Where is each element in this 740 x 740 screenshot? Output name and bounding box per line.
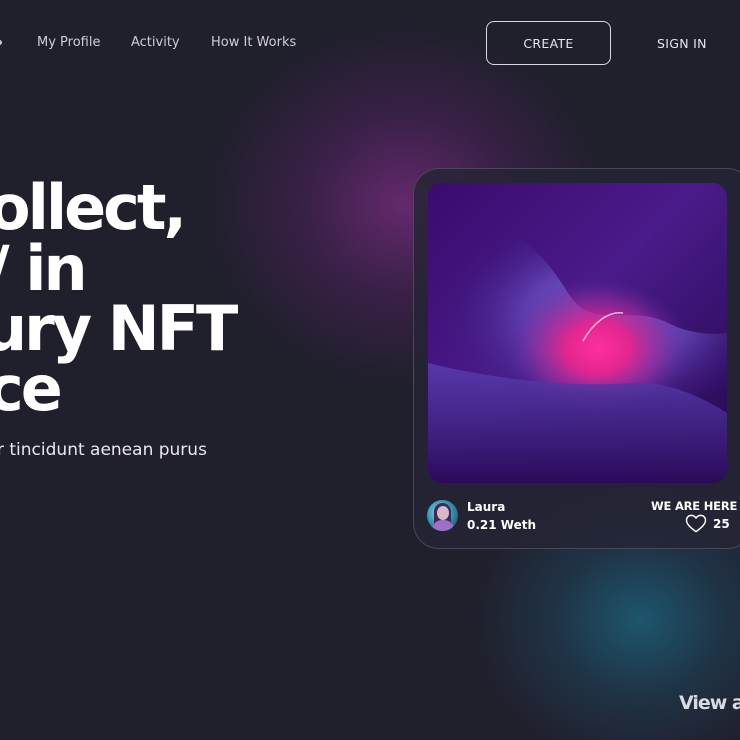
nav-activity[interactable]: Activity <box>131 35 180 50</box>
owner-avatar[interactable] <box>427 500 458 531</box>
hero-title-line-2: / in <box>0 232 88 305</box>
hero-title-line-4: ce <box>0 352 63 425</box>
hero-subtitle: r tincidunt aenean purus <box>0 440 207 460</box>
nft-tag: WE ARE HERE <box>651 499 738 513</box>
nft-card[interactable]: Laura 0.21 Weth WE ARE HERE 25 <box>413 168 740 549</box>
create-button[interactable]: CREATE <box>486 21 611 65</box>
landing-page: My Profile Activity How It Works CREATE … <box>0 0 740 740</box>
nav-separator-dot <box>0 40 2 45</box>
nav-how-it-works[interactable]: How It Works <box>211 35 296 50</box>
nft-artwork-image[interactable] <box>428 183 727 483</box>
heart-outline-icon[interactable] <box>685 514 707 533</box>
nav-my-profile[interactable]: My Profile <box>37 35 100 50</box>
owner-name[interactable]: Laura <box>467 500 505 514</box>
like-button[interactable]: 25 <box>685 514 730 533</box>
view-all-link[interactable]: View all <box>679 692 740 714</box>
like-count: 25 <box>713 516 730 531</box>
hero-title-line-3: ury NFT <box>0 292 238 365</box>
nft-price: 0.21 Weth <box>467 518 537 532</box>
hero-title-line-1: ollect, <box>0 171 187 244</box>
sign-in-link[interactable]: SIGN IN <box>657 36 707 51</box>
